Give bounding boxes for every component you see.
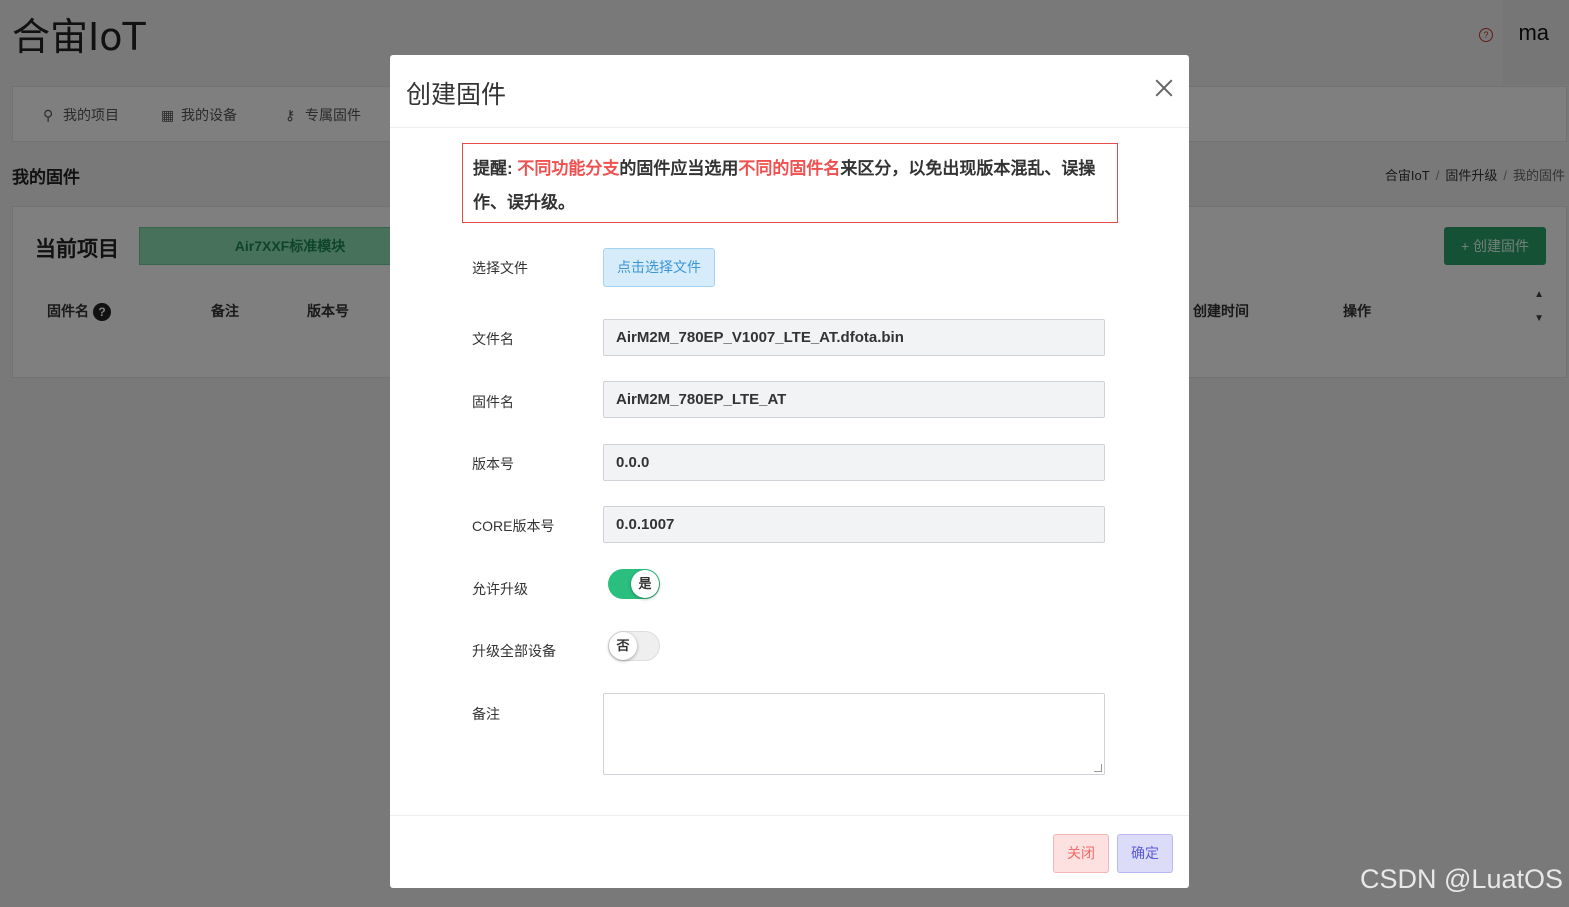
dialog-title: 创建固件: [406, 81, 507, 109]
dialog-header: 创建固件: [390, 55, 1189, 128]
upgrade-all-label: 升级全部设备: [472, 643, 556, 659]
remark-textarea[interactable]: [603, 693, 1105, 775]
watermark: CSDN @LuatOS: [1360, 864, 1563, 894]
core-version-label: CORE版本号: [472, 518, 555, 534]
version-label: 版本号: [472, 456, 514, 472]
version-field[interactable]: 0.0.0: [603, 444, 1105, 481]
close-button[interactable]: 关闭: [1053, 834, 1109, 873]
warning-notice: 提醒: 不同功能分支的固件应当选用不同的固件名来区分，以免出现版本混乱、误操作、…: [462, 143, 1118, 223]
select-file-label: 选择文件: [472, 260, 528, 276]
create-firmware-dialog: 创建固件 提醒: 不同功能分支的固件应当选用不同的固件名来区分，以免出现版本混乱…: [390, 55, 1189, 888]
toggle-knob: 否: [609, 632, 637, 660]
upgrade-all-toggle[interactable]: 否: [608, 631, 660, 661]
firmware-name-label: 固件名: [472, 394, 514, 410]
close-icon[interactable]: [1153, 77, 1175, 99]
remark-label: 备注: [472, 706, 500, 722]
dialog-footer: 关闭 确定: [390, 815, 1189, 888]
allow-upgrade-toggle[interactable]: 是: [608, 569, 660, 599]
filename-label: 文件名: [472, 331, 514, 347]
core-version-field[interactable]: 0.0.1007: [603, 506, 1105, 543]
confirm-button[interactable]: 确定: [1117, 834, 1173, 873]
firmware-name-field[interactable]: AirM2M_780EP_LTE_AT: [603, 381, 1105, 418]
filename-field[interactable]: AirM2M_780EP_V1007_LTE_AT.dfota.bin: [603, 319, 1105, 356]
toggle-knob: 是: [631, 570, 659, 598]
select-file-button[interactable]: 点击选择文件: [603, 248, 715, 287]
allow-upgrade-label: 允许升级: [472, 581, 528, 597]
